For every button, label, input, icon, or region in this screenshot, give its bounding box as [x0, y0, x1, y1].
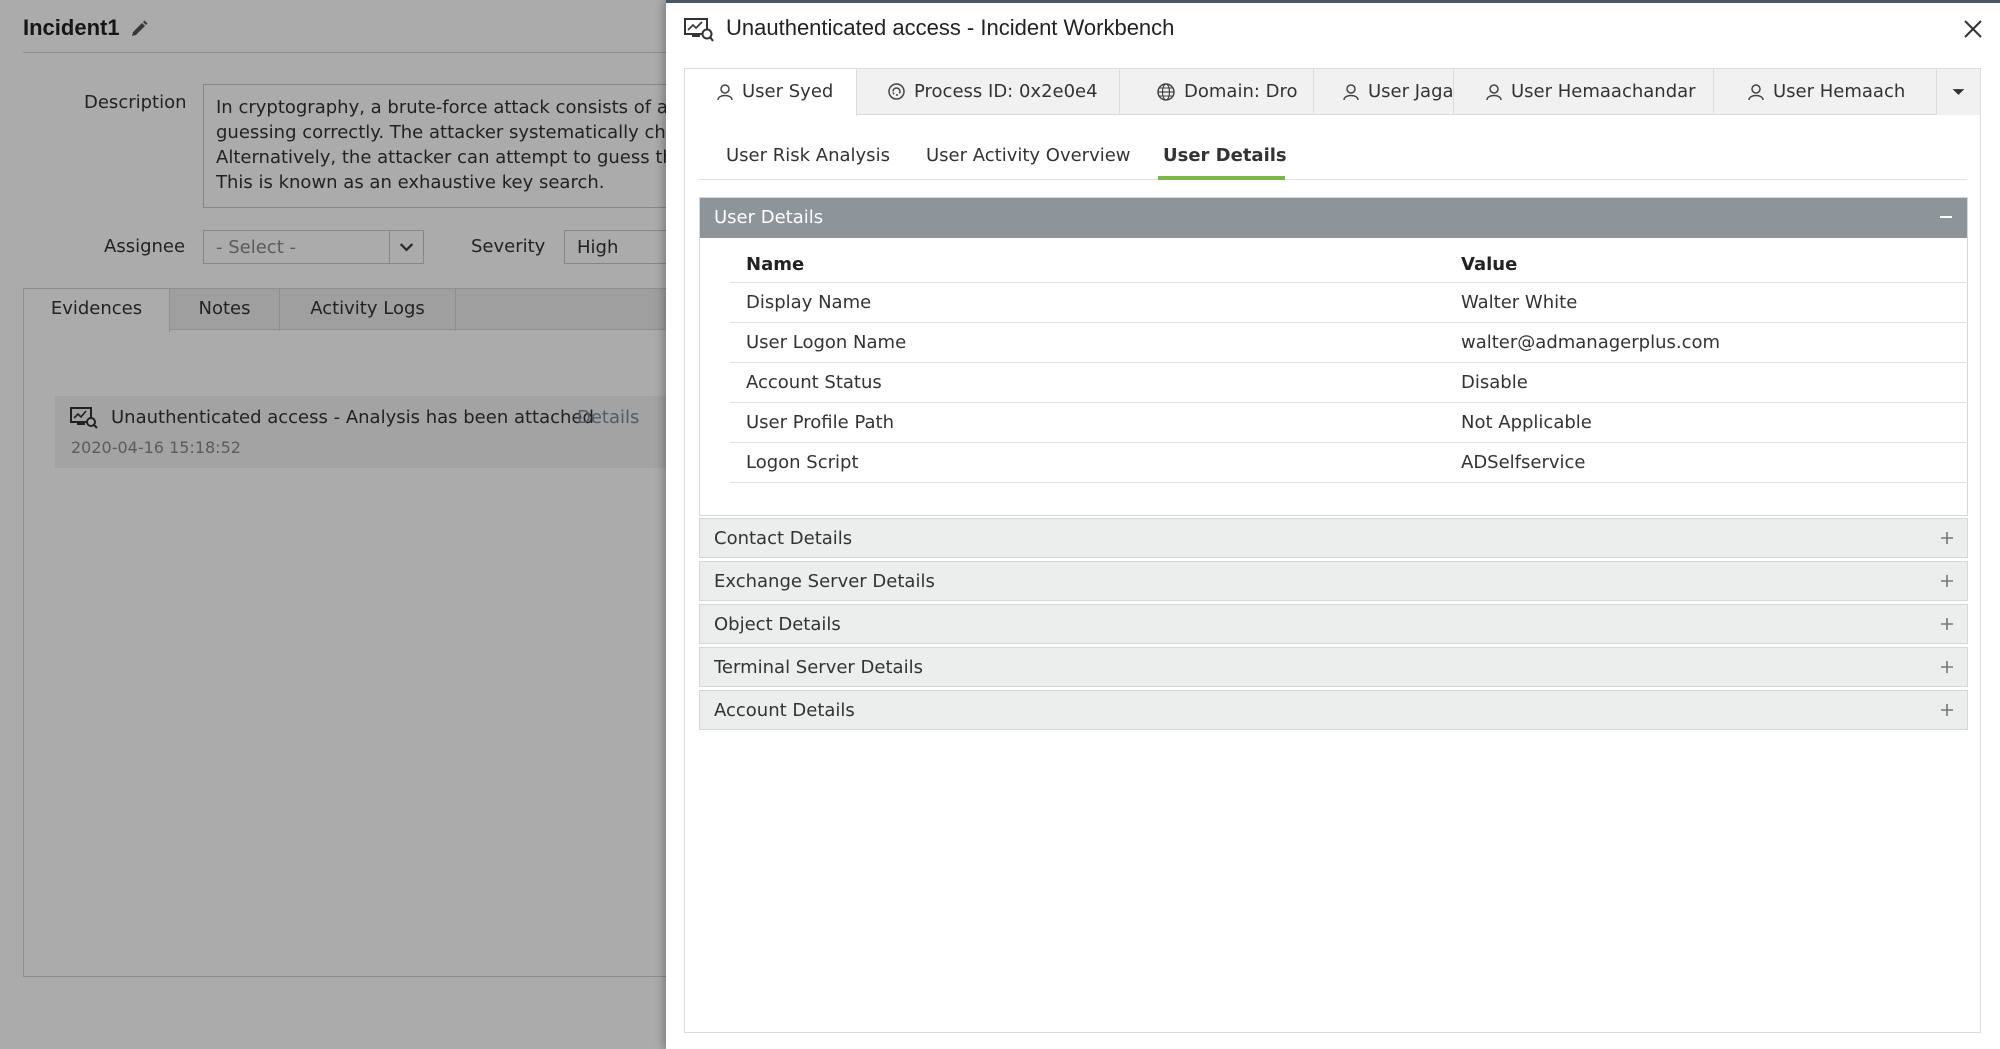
section-title: Contact Details — [714, 528, 853, 549]
tab-user-details[interactable]: User Details — [1163, 145, 1287, 166]
expand-icon[interactable] — [1940, 703, 1954, 717]
row-value: Not Applicable — [1445, 402, 1968, 443]
section-title: Exchange Server Details — [714, 571, 935, 592]
entity-tab-user-syed[interactable]: User Syed — [685, 69, 857, 116]
user-icon — [1486, 83, 1502, 100]
table-row: Display Name Walter White — [730, 282, 1968, 323]
section-title: Account Details — [714, 700, 855, 721]
user-icon — [717, 83, 733, 100]
row-value: Walter White — [1445, 282, 1968, 323]
row-name: Display Name — [730, 282, 1445, 323]
entity-tab-process[interactable]: Process ID: 0x2e0e4 — [857, 69, 1120, 115]
expand-icon[interactable] — [1940, 617, 1954, 631]
entity-tab-label: User Syed — [742, 81, 834, 102]
panel-title: Unauthenticated access - Incident Workbe… — [726, 15, 1175, 40]
row-name: User Profile Path — [730, 402, 1445, 443]
user-icon — [1748, 83, 1764, 100]
close-icon[interactable] — [1960, 16, 1986, 42]
collapse-icon[interactable] — [1938, 209, 1954, 225]
entity-tab-label: User Hemaachandar — [1511, 81, 1696, 102]
modal-backdrop[interactable] — [0, 0, 668, 1049]
terminal-server-details-section[interactable]: Terminal Server Details — [699, 647, 1968, 687]
panel-top-border — [666, 0, 2000, 3]
globe-icon — [1157, 82, 1175, 101]
table-row: User Logon Name walter@admanagerplus.com — [730, 322, 1968, 363]
entity-tabs: User Syed Process ID: 0x2e0e4 Domain: Dr… — [685, 69, 1980, 116]
contact-details-section[interactable]: Contact Details — [699, 518, 1968, 558]
table-row: Account Status Disable — [730, 362, 1968, 403]
user-details-section: User Details Name Value Display Name Wal… — [699, 197, 1968, 516]
workbench-content: User Syed Process ID: 0x2e0e4 Domain: Dr… — [684, 68, 1981, 1033]
workbench-icon — [684, 18, 714, 42]
sub-tabs-divider — [699, 179, 1967, 180]
user-details-table: Name Value Display Name Walter White Use… — [730, 248, 1968, 483]
row-value: Disable — [1445, 362, 1968, 403]
entity-tab-user-hemaach[interactable]: User Hemaach — [1714, 69, 1936, 115]
column-header-name: Name — [730, 248, 1445, 283]
user-details-header[interactable]: User Details — [700, 198, 1967, 238]
table-row: Logon Script ADSelfservice — [730, 442, 1968, 483]
user-icon — [1343, 83, 1359, 100]
table-header-row: Name Value — [730, 248, 1968, 283]
entity-tab-user-jaga[interactable]: User Jaga — [1314, 69, 1454, 115]
row-name: Account Status — [730, 362, 1445, 403]
expand-icon[interactable] — [1940, 531, 1954, 545]
active-tab-indicator — [1158, 176, 1285, 180]
entity-tab-label: User Jaga — [1368, 81, 1454, 102]
expand-icon[interactable] — [1940, 574, 1954, 588]
row-value: ADSelfservice — [1445, 442, 1968, 483]
row-name: User Logon Name — [730, 322, 1445, 363]
entity-tab-domain[interactable]: Domain: Dro — [1120, 69, 1314, 115]
row-name: Logon Script — [730, 442, 1445, 483]
tab-user-risk-analysis[interactable]: User Risk Analysis — [726, 145, 890, 166]
process-icon — [888, 83, 905, 100]
tab-user-activity-overview[interactable]: User Activity Overview — [926, 145, 1131, 166]
entity-tab-label: Domain: Dro — [1184, 81, 1298, 102]
entity-tab-user-hemaachandar[interactable]: User Hemaachandar — [1454, 69, 1714, 115]
table-row: User Profile Path Not Applicable — [730, 402, 1968, 443]
entity-tab-label: User Hemaach — [1773, 81, 1906, 102]
more-tabs-chevron-icon[interactable] — [1936, 69, 1980, 115]
section-title: User Details — [714, 207, 824, 228]
account-details-section[interactable]: Account Details — [699, 690, 1968, 730]
column-header-value: Value — [1445, 248, 1968, 283]
incident-workbench-panel: Unauthenticated access - Incident Workbe… — [666, 0, 2000, 1049]
entity-tab-label: Process ID: 0x2e0e4 — [914, 81, 1098, 102]
object-details-section[interactable]: Object Details — [699, 604, 1968, 644]
exchange-server-details-section[interactable]: Exchange Server Details — [699, 561, 1968, 601]
expand-icon[interactable] — [1940, 660, 1954, 674]
row-value: walter@admanagerplus.com — [1445, 322, 1968, 363]
section-title: Object Details — [714, 614, 841, 635]
section-title: Terminal Server Details — [714, 657, 923, 678]
